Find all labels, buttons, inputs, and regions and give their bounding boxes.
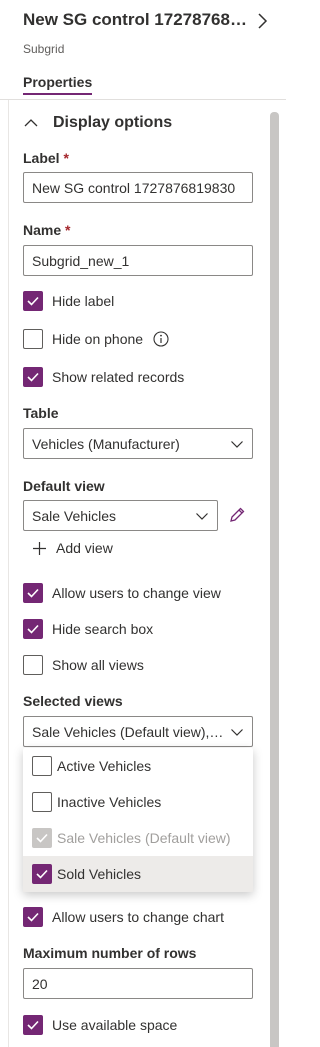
edit-pencil-icon[interactable] bbox=[228, 506, 246, 524]
checkbox-unchecked-icon bbox=[23, 655, 43, 675]
label-input[interactable]: New SG control 1727876819830 bbox=[23, 172, 253, 203]
plus-icon bbox=[33, 541, 46, 555]
hide-on-phone-checkbox[interactable]: Hide on phone bbox=[23, 329, 169, 349]
checkbox-unchecked-icon bbox=[32, 792, 52, 812]
hide-label-checkbox[interactable]: Hide label bbox=[23, 291, 114, 311]
allow-change-view-checkbox[interactable]: Allow users to change view bbox=[23, 583, 221, 603]
checkbox-label: Show all views bbox=[52, 657, 144, 673]
panel-header: New SG control 1727876819... Subgrid Pro… bbox=[0, 0, 286, 100]
section-title: Display options bbox=[53, 114, 173, 131]
checkbox-checked-icon bbox=[32, 864, 52, 884]
default-view-label: Default view bbox=[23, 478, 105, 494]
checkbox-checked-icon bbox=[23, 291, 43, 311]
option-label: Inactive Vehicles bbox=[57, 794, 162, 810]
option-inactive-vehicles[interactable]: Inactive Vehicles bbox=[23, 784, 253, 820]
divider bbox=[8, 100, 9, 1047]
name-field-label: Name * bbox=[23, 222, 70, 238]
show-all-views-checkbox[interactable]: Show all views bbox=[23, 655, 144, 675]
max-rows-label: Maximum number of rows bbox=[23, 945, 197, 961]
checkbox-unchecked-icon bbox=[23, 329, 43, 349]
option-label: Sold Vehicles bbox=[57, 866, 142, 882]
info-icon[interactable] bbox=[153, 331, 169, 347]
option-sale-vehicles-default: Sale Vehicles (Default view) bbox=[23, 820, 253, 856]
option-label: Sale Vehicles (Default view) bbox=[57, 830, 231, 846]
checkbox-unchecked-icon bbox=[32, 756, 52, 776]
checkbox-label: Hide search box bbox=[52, 621, 154, 637]
selected-views-dropdown[interactable]: Sale Vehicles (Default view), S... bbox=[23, 716, 253, 747]
checkbox-label: Show related records bbox=[52, 369, 185, 385]
chevron-down-icon bbox=[196, 512, 208, 520]
label-field-text: Label bbox=[23, 150, 60, 166]
checkbox-label: Hide label bbox=[52, 293, 115, 309]
scrollbar-thumb[interactable] bbox=[270, 112, 279, 1047]
checkbox-label: Allow users to change chart bbox=[52, 909, 224, 925]
selected-views-popup: Active Vehicles Inactive Vehicles Sale V… bbox=[23, 748, 253, 892]
name-input[interactable]: Subgrid_new_1 bbox=[23, 245, 253, 276]
checkbox-checked-icon bbox=[23, 1015, 43, 1035]
option-active-vehicles[interactable]: Active Vehicles bbox=[23, 748, 253, 784]
use-available-space-checkbox[interactable]: Use available space bbox=[23, 1015, 177, 1035]
selected-views-value: Sale Vehicles (Default view), S... bbox=[32, 723, 224, 740]
label-field-label: Label * bbox=[23, 150, 69, 166]
panel-title: New SG control 1727876819... bbox=[23, 10, 248, 29]
name-field-text: Name bbox=[23, 222, 62, 238]
selected-views-label: Selected views bbox=[23, 693, 123, 709]
required-marker: * bbox=[63, 150, 69, 166]
option-sold-vehicles[interactable]: Sold Vehicles bbox=[23, 856, 253, 892]
checkbox-checked-icon bbox=[23, 619, 43, 639]
checkbox-checked-icon bbox=[23, 907, 43, 927]
checkbox-checked-disabled-icon bbox=[32, 828, 52, 848]
checkbox-checked-icon bbox=[23, 367, 43, 387]
checkbox-label: Use available space bbox=[52, 1017, 178, 1033]
table-dropdown[interactable]: Vehicles (Manufacturer) bbox=[23, 428, 253, 459]
default-view-value: Sale Vehicles bbox=[32, 507, 117, 524]
required-marker: * bbox=[65, 222, 71, 238]
checkbox-checked-icon bbox=[23, 583, 43, 603]
chevron-right-icon[interactable] bbox=[252, 10, 272, 32]
checkbox-label: Hide on phone bbox=[52, 331, 144, 347]
default-view-dropdown[interactable]: Sale Vehicles bbox=[23, 500, 218, 531]
table-field-label: Table bbox=[23, 405, 59, 421]
tab-properties[interactable]: Properties bbox=[23, 74, 93, 95]
section-display-options[interactable]: Display options bbox=[23, 114, 172, 132]
chevron-down-icon bbox=[231, 728, 243, 736]
checkbox-label: Allow users to change view bbox=[52, 585, 221, 601]
add-view-label: Add view bbox=[56, 540, 113, 556]
hide-search-box-checkbox[interactable]: Hide search box bbox=[23, 619, 153, 639]
option-label: Active Vehicles bbox=[57, 758, 152, 774]
chevron-down-icon bbox=[231, 440, 243, 448]
table-dropdown-value: Vehicles (Manufacturer) bbox=[32, 435, 180, 452]
allow-change-chart-checkbox[interactable]: Allow users to change chart bbox=[23, 907, 224, 927]
show-related-records-checkbox[interactable]: Show related records bbox=[23, 367, 184, 387]
add-view-button[interactable]: Add view bbox=[32, 540, 113, 556]
max-rows-input[interactable]: 20 bbox=[23, 968, 253, 999]
panel-subtitle: Subgrid bbox=[23, 42, 65, 56]
chevron-up-icon bbox=[24, 119, 38, 127]
